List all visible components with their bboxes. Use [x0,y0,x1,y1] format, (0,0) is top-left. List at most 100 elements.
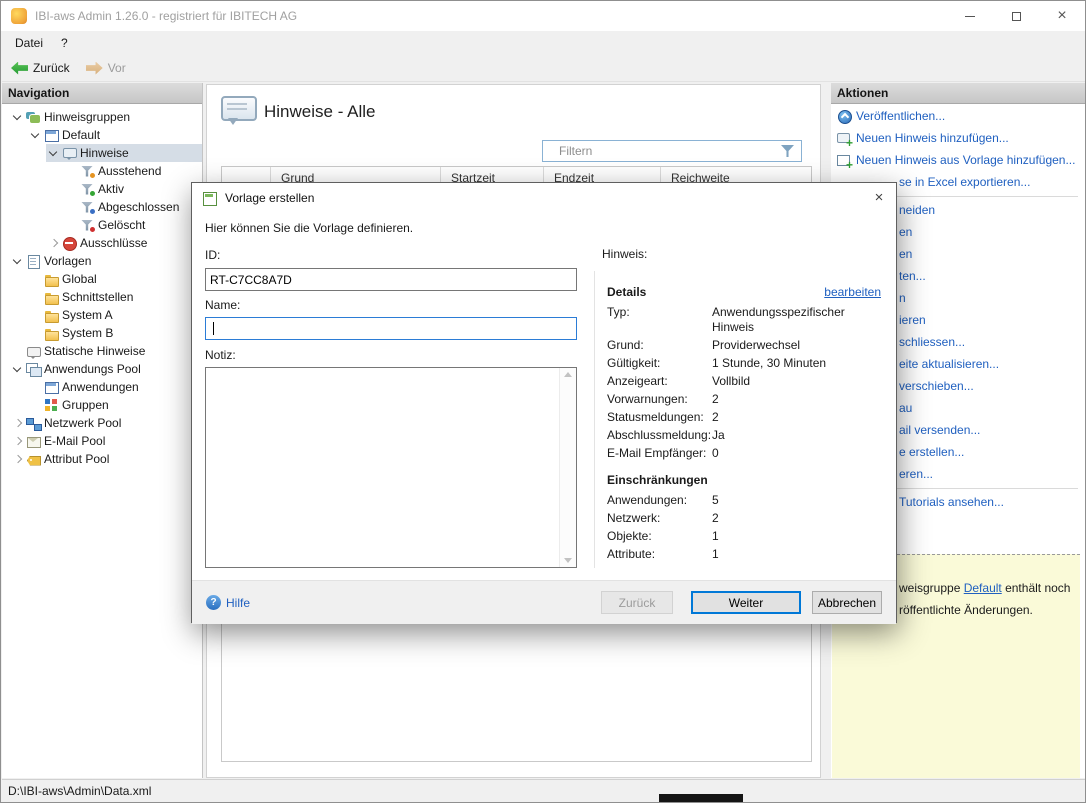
minimize-button[interactable] [947,1,993,31]
chevron-collapsed-icon[interactable] [46,235,62,251]
scroll-down-icon [564,558,572,563]
tree-item-system-a[interactable]: System A [2,306,202,324]
page-title: Hinweise - Alle [264,102,376,122]
tree-item-anwendungen[interactable]: Anwendungen [2,378,202,396]
chevron-placeholder [28,325,44,341]
funnel-icon [80,218,95,233]
menu-help[interactable]: ? [52,31,77,55]
windows-stack-icon [26,362,41,377]
details-heading: Details [607,285,646,299]
tree-item-system-b[interactable]: System B [2,324,202,342]
hilfe-link[interactable]: Hilfe [206,595,250,610]
dialog-title-bar: Vorlage erstellen × [192,183,896,213]
abbrechen-button[interactable]: Abbrechen [812,591,882,614]
id-label: ID: [205,248,220,262]
tree-item-hinweisgruppen[interactable]: Hinweisgruppen [2,108,202,126]
name-input[interactable] [205,317,577,340]
chevron-collapsed-icon[interactable] [10,415,26,431]
tree-item-netzwerk-pool[interactable]: Netzwerk Pool [2,414,202,432]
scroll-up-icon [564,372,572,377]
tree-item-abgeschlossen[interactable]: Abgeschlossen [2,198,202,216]
status-bar: D:\IBI-aws\Admin\Data.xml [2,779,1086,803]
action-veroeffentlichen[interactable]: Veröffentlichen... [831,106,1086,128]
tree-item-email-pool[interactable]: E-Mail Pool [2,432,202,450]
close-icon: × [1057,8,1066,24]
default-group-link[interactable]: Default [964,581,1002,595]
action-hinweis-aus-vorlage[interactable]: Neuen Hinweis aus Vorlage hinzufügen... [831,150,1086,172]
maximize-button[interactable] [993,1,1039,31]
status-path: D:\IBI-aws\Admin\Data.xml [8,784,151,798]
forward-arrow-icon [86,62,103,75]
bearbeiten-link[interactable]: bearbeiten [824,285,888,299]
action-neuen-hinweis-hinzufuegen[interactable]: Neuen Hinweis hinzufügen... [831,128,1086,150]
chevron-collapsed-icon[interactable] [10,451,26,467]
chevron-expanded-icon[interactable] [10,253,26,269]
chevron-expanded-icon[interactable] [10,109,26,125]
tree-item-geloescht[interactable]: Gelöscht [2,216,202,234]
hinweis-label: Hinweis: [602,247,888,262]
minimize-icon [965,16,975,17]
tree-item-vorlagen[interactable]: Vorlagen [2,252,202,270]
template-icon [26,254,41,269]
back-button[interactable]: Zurück [11,61,70,75]
weiter-button[interactable]: Weiter [691,591,801,614]
forward-button: Vor [86,61,126,75]
divider [594,271,595,568]
publish-icon [837,109,852,124]
back-label: Zurück [33,61,70,75]
prohibited-icon [62,236,77,251]
add-note-icon [837,131,852,146]
envelope-icon [26,434,41,449]
chevron-expanded-icon[interactable] [46,145,62,161]
chevron-expanded-icon[interactable] [28,127,44,143]
filter-funnel-icon[interactable] [781,145,794,157]
tree-item-global[interactable]: Global [2,270,202,288]
close-button[interactable]: × [1039,1,1085,31]
notiz-textarea[interactable] [205,367,577,568]
navigation-panel: Navigation Hinweisgruppen Default Hinwei… [2,83,203,778]
folder-icon [44,308,59,323]
chevron-placeholder [28,289,44,305]
help-icon [206,595,221,610]
tree-item-schnittstellen[interactable]: Schnittstellen [2,288,202,306]
actions-header: Aktionen [831,83,1086,104]
notiz-label: Notiz: [205,348,236,362]
static-note-icon [26,344,41,359]
funnel-icon [80,182,95,197]
filter-input[interactable] [543,144,781,158]
tree-item-attribut-pool[interactable]: Attribut Pool [2,450,202,468]
details-heading-row: Details bearbeiten [602,285,888,299]
dialog-icon [202,191,217,206]
group-icon [26,110,41,125]
restrictions-grid: Anwendungen:5 Netzwerk:2 Objekte:1 Attri… [602,493,888,562]
color-squares-icon [44,398,59,413]
notiz-scrollbar[interactable] [559,368,576,567]
tree-item-ausschluesse[interactable]: Ausschlüsse [2,234,202,252]
tree-item-anwendungs-pool[interactable]: Anwendungs Pool [2,360,202,378]
funnel-icon [80,164,95,179]
menu-datei[interactable]: Datei [6,31,52,55]
tree-item-ausstehend[interactable]: Ausstehend [2,162,202,180]
window-icon [44,380,59,395]
chevron-expanded-icon[interactable] [10,361,26,377]
chevron-placeholder [64,181,80,197]
back-arrow-icon [11,62,28,75]
id-input[interactable] [205,268,577,291]
speech-bubble-icon [62,146,77,161]
tree-item-aktiv[interactable]: Aktiv [2,180,202,198]
dialog-close-button[interactable]: × [863,184,895,212]
chevron-collapsed-icon[interactable] [10,433,26,449]
tree-item-statische-hinweise[interactable]: Statische Hinweise [2,342,202,360]
funnel-icon [80,200,95,215]
forward-label: Vor [108,61,126,75]
app-window: IBI-aws Admin 1.26.0 - registriert für I… [0,0,1086,803]
tree-item-default[interactable]: Default [2,126,202,144]
navigation-header: Navigation [2,83,202,104]
zurueck-button: Zurück [601,591,673,614]
hinweise-page-icon [221,95,257,127]
tree-item-hinweise[interactable]: Hinweise [2,144,202,162]
navigation-tree: Hinweisgruppen Default Hinweise Ausstehe… [2,104,202,468]
tree-item-gruppen[interactable]: Gruppen [2,396,202,414]
hilfe-label: Hilfe [226,596,250,610]
toolbar: Zurück Vor [2,55,1086,82]
